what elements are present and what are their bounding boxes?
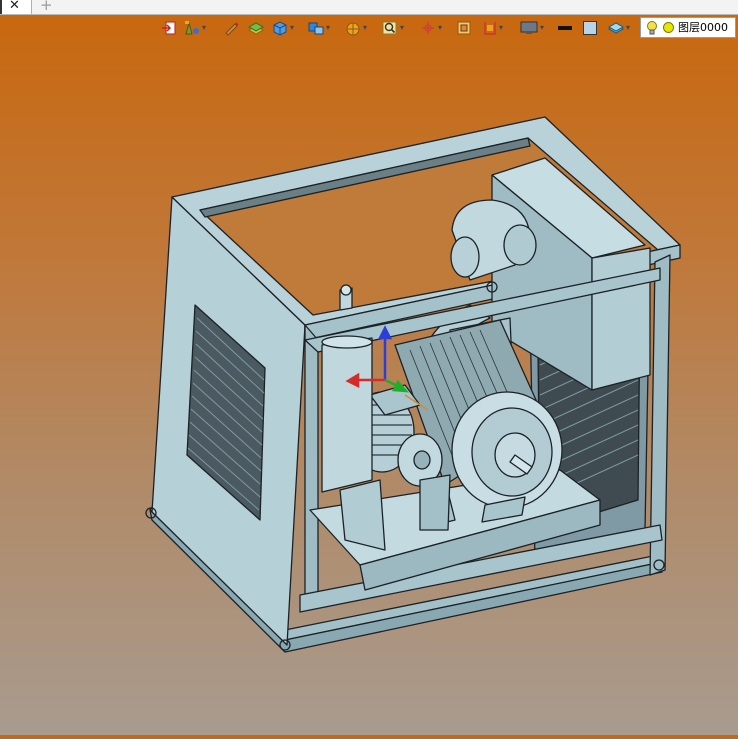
layer-stack-button[interactable]: ▾: [607, 17, 630, 39]
line-style-button[interactable]: [557, 17, 573, 39]
add-tab-icon[interactable]: +: [40, 0, 53, 13]
color-swatch-button[interactable]: [582, 17, 598, 39]
display-icon: [520, 21, 538, 34]
triad-button[interactable]: ▾: [419, 17, 442, 39]
color-swatch-icon: [583, 21, 597, 35]
pencil-icon: [225, 22, 239, 36]
assembly-button[interactable]: ▾: [307, 17, 330, 39]
pencil-button[interactable]: [223, 17, 239, 39]
document-tab-bar: ✕ +: [0, 0, 738, 15]
chevron-down-icon[interactable]: ▾: [290, 24, 294, 32]
layer-stack-icon: [607, 22, 625, 34]
chevron-down-icon[interactable]: ▾: [363, 24, 367, 32]
solid-box-button[interactable]: ▾: [271, 17, 294, 39]
section-button[interactable]: ▾: [482, 17, 503, 39]
exit-sketch-button[interactable]: [161, 17, 177, 39]
chevron-down-icon[interactable]: ▾: [438, 24, 442, 32]
heads-up-toolbar: ▾ ▾ ▾ ▾ ▾ ▾ ▾ ▾ ▾: [157, 17, 637, 39]
chevron-down-icon[interactable]: ▾: [326, 24, 330, 32]
smart-tool-button[interactable]: ▾: [183, 17, 206, 39]
smart-tool-icon: [185, 21, 199, 35]
chevron-down-icon[interactable]: ▾: [626, 24, 630, 32]
measure-button[interactable]: [456, 17, 472, 39]
exit-sketch-icon: [162, 21, 176, 35]
close-icon[interactable]: ✕: [9, 0, 20, 14]
solid-box-icon: [273, 21, 287, 36]
section-icon: [484, 22, 496, 35]
triad-icon: [422, 22, 434, 34]
zoom-view-button[interactable]: ▾: [381, 17, 404, 39]
surface-button[interactable]: ▾: [344, 17, 367, 39]
chevron-down-icon[interactable]: ▾: [540, 24, 544, 32]
layer-name: 图层0000: [678, 21, 728, 34]
chevron-down-icon[interactable]: ▾: [400, 24, 404, 32]
lightbulb-icon[interactable]: [645, 20, 659, 36]
surface-icon: [346, 22, 360, 36]
line-style-icon: [558, 26, 572, 30]
display-button[interactable]: ▾: [519, 17, 544, 39]
graphics-area[interactable]: [0, 40, 738, 735]
tab-edge: [0, 0, 2, 14]
measure-icon: [457, 21, 471, 35]
document-tab[interactable]: ✕: [0, 0, 32, 14]
chevron-down-icon[interactable]: ▾: [499, 24, 503, 32]
sun-icon[interactable]: [663, 22, 674, 33]
assembly-icon: [308, 22, 324, 35]
zoom-view-icon: [382, 21, 397, 35]
chevron-down-icon[interactable]: ▾: [202, 24, 206, 32]
compressor-model: [145, 116, 681, 653]
layer-selector[interactable]: 图层0000: [640, 17, 736, 38]
feature-button[interactable]: [247, 17, 265, 39]
feature-icon: [247, 22, 265, 35]
